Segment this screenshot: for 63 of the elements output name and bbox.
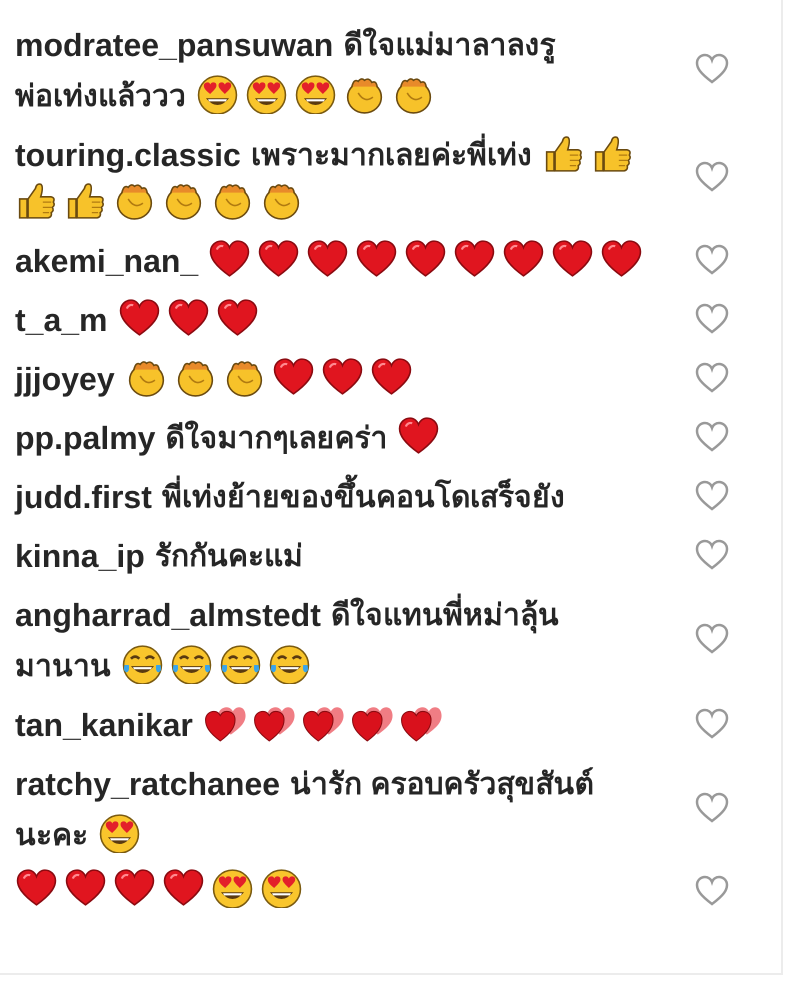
like-icon[interactable] <box>695 708 729 740</box>
laughing-face-icon <box>268 644 311 684</box>
comment-text: ดีใจแทนพี่หม่าลุ้น <box>330 588 559 639</box>
comment-text: ดีใจแม่มาลาลงรู <box>343 26 556 66</box>
username[interactable]: t_a_m <box>15 293 108 344</box>
heart-icon <box>397 416 440 456</box>
heart-eyes-face-icon <box>211 868 254 908</box>
comment-text: พ่อเท่งแล้ววว <box>15 79 186 115</box>
heart-icon <box>453 239 496 279</box>
heart-icon <box>600 239 644 279</box>
username[interactable]: modratee_pansuwan <box>15 18 334 69</box>
username[interactable]: angharrad_almstedt <box>15 588 321 639</box>
comment-text: ดีใจมากๆเลยคร่า <box>165 420 388 457</box>
laughing-face-icon <box>219 644 262 684</box>
heart-icon <box>320 357 364 397</box>
username[interactable]: tan_kanikar <box>15 698 193 749</box>
username[interactable]: kinna_ip <box>15 529 145 580</box>
comment-text: นะคะ <box>15 818 88 854</box>
like-icon[interactable] <box>695 420 729 452</box>
heart-icon <box>64 868 107 908</box>
like-icon[interactable] <box>695 792 729 824</box>
like-icon[interactable] <box>695 302 729 334</box>
heart-icon <box>208 239 252 279</box>
heart-icon <box>118 298 160 338</box>
laughing-face-icon <box>170 644 213 684</box>
heart-eyes-face-icon <box>294 74 337 114</box>
like-icon[interactable] <box>695 538 729 570</box>
like-icon[interactable] <box>695 362 729 394</box>
heart-icon <box>355 239 398 279</box>
heart-icon <box>404 239 448 279</box>
username[interactable]: akemi_nan_ <box>15 234 198 285</box>
like-icon[interactable] <box>695 244 729 276</box>
like-icon[interactable] <box>695 874 729 906</box>
like-icon[interactable] <box>695 480 729 512</box>
comment-text: มานาน <box>15 649 111 685</box>
laughing-face-icon <box>121 644 164 684</box>
like-icon[interactable] <box>695 53 729 85</box>
comment-text: เพราะมากเลยค่ะพี่เท่ง <box>250 128 532 179</box>
heart-icon <box>216 298 258 338</box>
heart-icon <box>257 239 300 279</box>
heart-eyes-face-icon <box>245 74 288 114</box>
heart-icon <box>551 239 594 279</box>
heart-icon <box>370 357 413 397</box>
heart-eyes-face-icon <box>196 74 239 114</box>
comment-text: พี่เท่งย้ายของขึ้นคอนโดเสร็จยัง <box>162 470 565 521</box>
like-icon[interactable] <box>695 623 729 655</box>
heart-icon <box>162 868 205 908</box>
heart-eyes-face-icon <box>260 868 303 908</box>
heart-icon <box>113 868 156 908</box>
heart-icon <box>502 239 546 279</box>
username[interactable]: pp.palmy <box>15 411 156 462</box>
username[interactable]: touring.classic <box>15 128 241 179</box>
heart-icon <box>272 357 315 397</box>
heart-eyes-face-icon <box>98 813 141 853</box>
like-icon[interactable] <box>695 161 729 193</box>
comment-text: รักกันคะแม่ <box>154 539 303 575</box>
comment-text: น่ารัก ครอบครัวสุขสันต์ <box>290 766 594 804</box>
heart-icon <box>15 868 58 908</box>
heart-icon <box>306 239 350 279</box>
username[interactable]: jjjoyey <box>15 352 115 403</box>
username[interactable]: ratchy_ratchanee <box>15 757 280 808</box>
heart-icon <box>166 298 210 338</box>
username[interactable]: judd.first <box>15 470 152 521</box>
